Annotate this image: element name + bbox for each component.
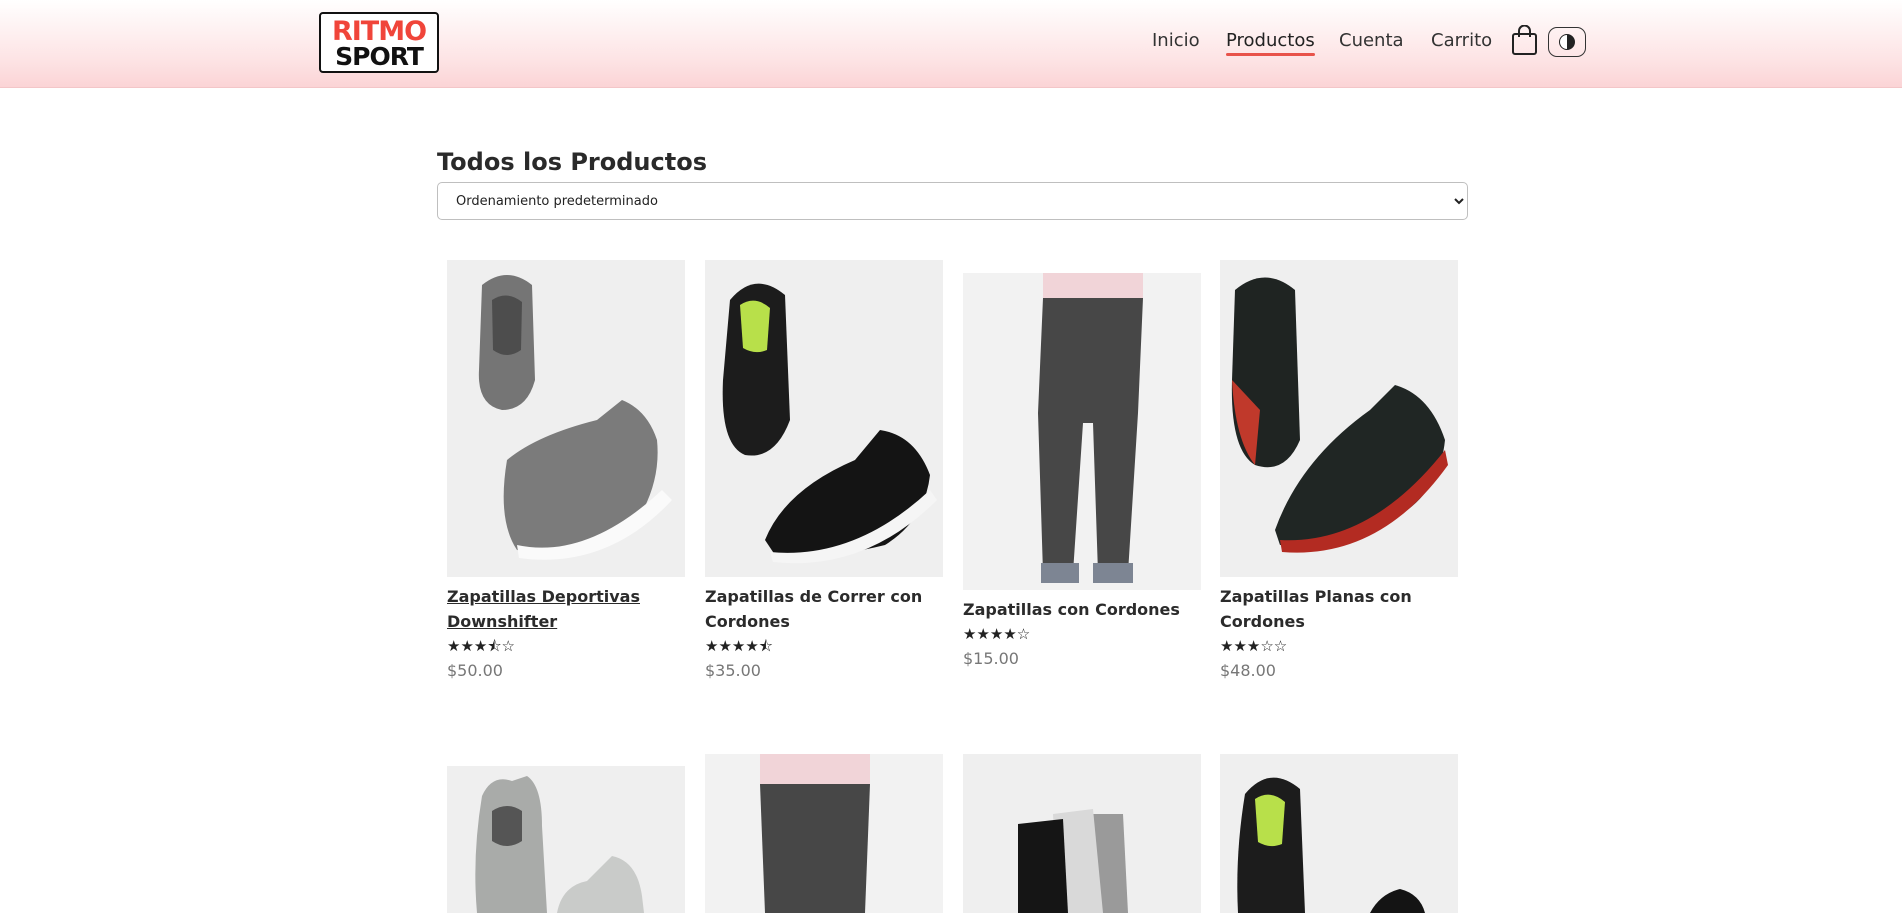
product-rating-running-shoes: ★★★★⯪ [705, 637, 773, 655]
product-image-running-shoes[interactable] [705, 260, 943, 577]
contrast-icon [1559, 34, 1575, 50]
product-name-downshifter[interactable]: Zapatillas Deportivas Downshifter [447, 584, 687, 634]
product-rating-downshifter: ★★★⯪☆ [447, 637, 515, 655]
product-price-cordones: $15.00 [963, 649, 1019, 668]
product-rating-cordones: ★★★★☆ [963, 625, 1031, 643]
product-name-cordones[interactable]: Zapatillas con Cordones [963, 597, 1203, 622]
product-image-socks[interactable] [963, 754, 1201, 913]
logo-text-bottom: SPORT [335, 42, 424, 71]
product-image-trousers[interactable] [705, 754, 943, 913]
site-logo[interactable]: RITMO SPORT [319, 12, 439, 73]
product-price-running-shoes: $35.00 [705, 661, 761, 680]
nav-cuenta[interactable]: Cuenta [1339, 30, 1404, 51]
nav-productos[interactable]: Productos [1226, 30, 1315, 56]
logo-text-top: RITMO [331, 16, 427, 47]
product-image-running-shoes-2[interactable] [1220, 754, 1458, 913]
theme-toggle-button[interactable] [1548, 27, 1586, 57]
site-header: RITMO SPORT Inicio Productos Cuenta Carr… [0, 0, 1902, 88]
product-image-high-top[interactable] [447, 766, 685, 913]
nav-inicio[interactable]: Inicio [1152, 30, 1200, 51]
product-price-planas: $48.00 [1220, 661, 1276, 680]
product-name-planas[interactable]: Zapatillas Planas con Cordones [1220, 584, 1460, 634]
product-rating-planas: ★★★☆☆ [1220, 637, 1288, 655]
product-image-cordones[interactable] [963, 273, 1201, 590]
product-price-downshifter: $50.00 [447, 661, 503, 680]
product-image-downshifter[interactable] [447, 260, 685, 577]
nav-carrito[interactable]: Carrito [1431, 30, 1492, 51]
shopping-bag-icon[interactable] [1511, 24, 1538, 56]
product-name-running-shoes[interactable]: Zapatillas de Correr con Cordones [705, 584, 945, 634]
product-image-planas[interactable] [1220, 260, 1458, 577]
sort-select[interactable]: Ordenamiento predeterminado [437, 182, 1468, 220]
page-title: Todos los Productos [437, 148, 707, 176]
